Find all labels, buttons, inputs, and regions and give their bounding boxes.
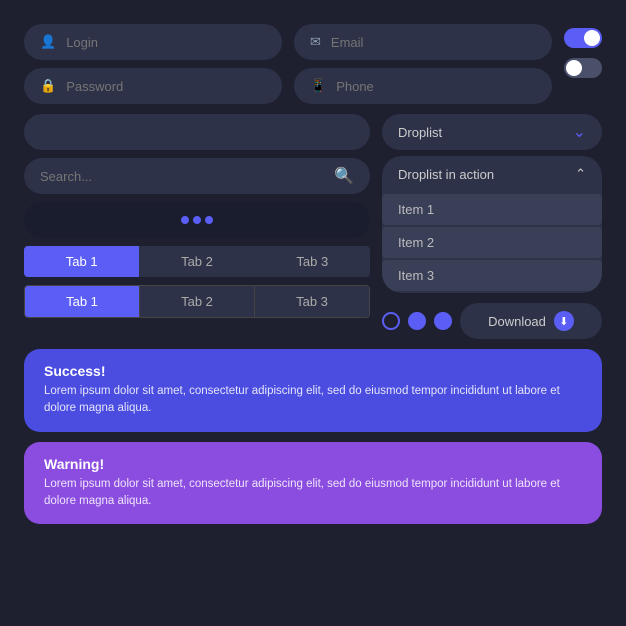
dots-bar[interactable] bbox=[24, 202, 370, 238]
droplist-button[interactable]: Droplist ⌄ bbox=[382, 114, 602, 150]
user-icon: 👤 bbox=[40, 34, 56, 50]
search-icon: 🔍 bbox=[334, 166, 354, 186]
chevron-down-icon: ⌄ bbox=[573, 122, 586, 142]
inputs-section: 👤 🔒 ✉ 📱 bbox=[24, 24, 602, 104]
dot-2 bbox=[193, 216, 201, 224]
droplist-item-2[interactable]: Item 2 bbox=[382, 227, 602, 258]
download-button[interactable]: Download ⬇ bbox=[460, 303, 602, 339]
download-label: Download bbox=[488, 314, 546, 329]
radio-1[interactable] bbox=[382, 312, 400, 330]
search-input[interactable] bbox=[40, 169, 326, 184]
tab2-item2[interactable]: Tab 2 bbox=[140, 286, 255, 317]
left-inputs: 👤 🔒 bbox=[24, 24, 282, 104]
tabs-row-2: Tab 1 Tab 2 Tab 3 bbox=[24, 285, 370, 318]
download-icon: ⬇ bbox=[554, 311, 574, 331]
radio-3[interactable] bbox=[434, 312, 452, 330]
right-inputs: ✉ 📱 bbox=[294, 24, 552, 104]
tab1-item3[interactable]: Tab 3 bbox=[255, 246, 370, 277]
dot-3 bbox=[205, 216, 213, 224]
droplist-item-3[interactable]: Item 3 bbox=[382, 260, 602, 291]
lock-icon: 🔒 bbox=[40, 78, 56, 94]
right-panel: Droplist ⌄ Droplist in action ⌃ Item 1 I… bbox=[382, 114, 602, 339]
warning-alert: Warning! Lorem ipsum dolor sit amet, con… bbox=[24, 442, 602, 525]
chevron-up-icon: ⌃ bbox=[575, 166, 586, 182]
left-panel: 🔍 Tab 1 Tab 2 Tab 3 Tab 1 Tab 2 Tab 3 bbox=[24, 114, 370, 339]
login-input[interactable] bbox=[66, 35, 266, 50]
droplist-label: Droplist bbox=[398, 125, 442, 140]
tab2-item3[interactable]: Tab 3 bbox=[255, 286, 369, 317]
droplist-open-label: Droplist in action bbox=[398, 167, 494, 182]
tab1-item1[interactable]: Tab 1 bbox=[24, 246, 139, 277]
success-alert: Success! Lorem ipsum dolor sit amet, con… bbox=[24, 349, 602, 432]
droplist-open-header[interactable]: Droplist in action ⌃ bbox=[382, 156, 602, 192]
toggle-1[interactable] bbox=[564, 28, 602, 48]
phone-field[interactable]: 📱 bbox=[294, 68, 552, 104]
droplist-open: Droplist in action ⌃ Item 1 Item 2 Item … bbox=[382, 156, 602, 293]
tab2-item1[interactable]: Tab 1 bbox=[25, 286, 140, 317]
text-bar bbox=[24, 114, 370, 150]
middle-section: 🔍 Tab 1 Tab 2 Tab 3 Tab 1 Tab 2 Tab 3 Dr… bbox=[24, 114, 602, 339]
tab1-item2[interactable]: Tab 2 bbox=[139, 246, 254, 277]
radio-2[interactable] bbox=[408, 312, 426, 330]
phone-icon: 📱 bbox=[310, 78, 326, 94]
warning-body: Lorem ipsum dolor sit amet, consectetur … bbox=[44, 476, 582, 511]
password-input[interactable] bbox=[66, 79, 266, 94]
toggle-2-knob bbox=[566, 60, 582, 76]
email-icon: ✉ bbox=[310, 34, 321, 50]
droplist-item-1[interactable]: Item 1 bbox=[382, 194, 602, 225]
warning-title: Warning! bbox=[44, 456, 582, 472]
download-row: Download ⬇ bbox=[382, 303, 602, 339]
email-field[interactable]: ✉ bbox=[294, 24, 552, 60]
password-field[interactable]: 🔒 bbox=[24, 68, 282, 104]
toggle-2[interactable] bbox=[564, 58, 602, 78]
dot-1 bbox=[181, 216, 189, 224]
toggles-column bbox=[564, 24, 602, 78]
login-field[interactable]: 👤 bbox=[24, 24, 282, 60]
email-input[interactable] bbox=[331, 35, 536, 50]
search-bar[interactable]: 🔍 bbox=[24, 158, 370, 194]
success-body: Lorem ipsum dolor sit amet, consectetur … bbox=[44, 383, 582, 418]
toggle-1-knob bbox=[584, 30, 600, 46]
success-title: Success! bbox=[44, 363, 582, 379]
tabs-row-1: Tab 1 Tab 2 Tab 3 bbox=[24, 246, 370, 277]
phone-input[interactable] bbox=[336, 79, 536, 94]
